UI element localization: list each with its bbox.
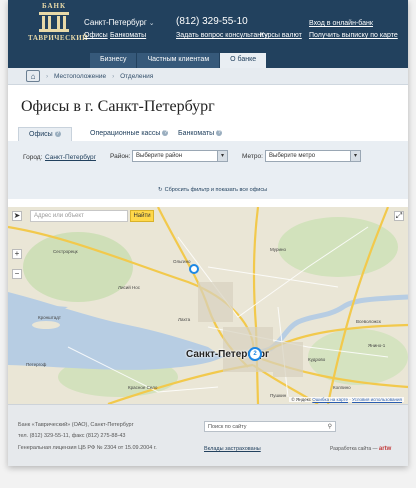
map-find-button[interactable]: Найти — [130, 210, 154, 222]
chevron-down-icon: ⌄ — [148, 20, 155, 27]
district-select[interactable]: Выберите район ▾ — [132, 150, 228, 162]
help-icon[interactable]: ? — [54, 131, 61, 137]
search-icon[interactable]: ⚲ — [328, 423, 332, 430]
map-label: Петергоф — [26, 362, 47, 367]
map-label: Лисий Нос — [118, 285, 140, 290]
map-label: Мурино — [270, 247, 287, 252]
fullscreen-icon[interactable]: ⤢ — [394, 211, 404, 221]
footer-search-placeholder: Поиск по сайту — [208, 424, 247, 430]
nav-about-bank[interactable]: О банке — [220, 53, 267, 68]
ask-consultant-link[interactable]: Задать вопрос консультанту — [176, 32, 268, 39]
developer-credit[interactable]: Разработка сайта — artw — [330, 446, 391, 452]
chevron-down-icon: ▾ — [217, 151, 227, 161]
home-icon[interactable]: ⌂ — [26, 70, 40, 82]
tab-offices-label: Офисы — [29, 131, 53, 138]
map-terms-link[interactable]: Условия использования — [352, 397, 402, 402]
help-icon[interactable]: ? — [216, 130, 223, 136]
map-label: Кронштадт — [38, 315, 61, 320]
page-title: Офисы в г. Санкт-Петербург — [21, 98, 215, 115]
atms-link[interactable]: Банкоматы — [110, 32, 146, 39]
breadcrumb-location[interactable]: Местоположение — [46, 73, 106, 80]
phone-number: (812) 329-55-10 — [176, 16, 248, 27]
city-name: Санкт-Петербург — [84, 18, 147, 27]
map-error-link[interactable]: Ошибка на карте — [312, 397, 348, 402]
tab-cash-desks[interactable]: Операционные кассы? — [90, 127, 169, 141]
metro-select-value: Выберите метро — [269, 153, 316, 159]
metro-filter-label: Метро: — [242, 153, 263, 160]
nav-private-clients[interactable]: Частным клиентам — [137, 53, 220, 68]
zoom-out-button[interactable]: − — [12, 269, 22, 279]
breadcrumb-branches[interactable]: Отделения — [112, 73, 153, 80]
card-statement-link[interactable]: Получить выписку по карте — [309, 32, 398, 39]
metro-select[interactable]: Выберите метро ▾ — [265, 150, 361, 162]
reset-filter-label: Сбросить фильтр и показать все офисы — [164, 187, 268, 193]
map-label: Сестрорецк — [53, 249, 78, 254]
currency-rates-link[interactable]: Курсы валют — [260, 32, 302, 39]
district-select-value: Выберите район — [136, 153, 183, 159]
city-selector[interactable]: Санкт-Петербург ⌄ — [84, 18, 155, 27]
footer-contacts: тел. (812) 329-55-11, факс (812) 275-88-… — [18, 433, 126, 439]
map-label: Кудрово — [308, 357, 326, 362]
footer-search-input[interactable]: Поиск по сайту ⚲ — [204, 421, 336, 432]
header: БАНК ТАВРИЧЕСКИЙ Санкт-Петербург ⌄ Офисы … — [8, 0, 408, 68]
chevron-down-icon: ▾ — [350, 151, 360, 161]
tab-atms[interactable]: Банкоматы? — [178, 127, 223, 141]
district-filter-label: Район: — [110, 153, 131, 160]
developer-name: artw — [378, 446, 392, 452]
deposits-insured-link[interactable]: Вклады застрахованы — [204, 446, 261, 452]
map-canvas — [8, 207, 408, 404]
main-nav: Бизнесу Частным клиентам О банке — [90, 53, 267, 68]
footer-license: Генеральная лицензия ЦБ РФ № 2304 от 15.… — [18, 445, 157, 451]
map-label: Лахта — [178, 317, 191, 322]
logo[interactable]: БАНК ТАВРИЧЕСКИЙ — [28, 2, 89, 48]
pillar-icon — [39, 12, 69, 32]
tab-cash-desks-label: Операционные кассы — [90, 130, 161, 137]
map[interactable]: ➤ Адрес или объект Найти ⤢ + − Ольгино Л… — [8, 207, 408, 404]
office-cluster-marker[interactable]: 2 — [248, 347, 262, 361]
nav-business[interactable]: Бизнесу — [90, 53, 137, 68]
breadcrumb: ⌂ Местоположение Отделения — [8, 68, 408, 85]
city-filter-label: Город: — [23, 154, 43, 161]
page: БАНК ТАВРИЧЕСКИЙ Санкт-Петербург ⌄ Офисы … — [8, 0, 408, 466]
zoom-in-button[interactable]: + — [12, 249, 22, 259]
city-filter-link[interactable]: Санкт-Петербург — [45, 154, 96, 161]
copyright-yandex: © Яндекс — [291, 397, 312, 402]
offices-link[interactable]: Офисы — [84, 32, 108, 39]
map-label: Янино-1 — [368, 343, 386, 348]
map-label: Всеволожск — [356, 319, 381, 324]
developer-label: Разработка сайта — — [330, 446, 378, 452]
map-label: Ольгино — [173, 259, 191, 264]
footer: Банк «Таврический» (ОАО), Санкт-Петербур… — [8, 404, 408, 466]
office-tabs: Офисы? Операционные кассы? Банкоматы? — [8, 127, 408, 141]
office-marker[interactable] — [189, 264, 199, 274]
online-bank-link[interactable]: Вход в онлайн-банк — [309, 20, 373, 27]
map-label: Красное Село — [128, 385, 158, 390]
map-label: Колпино — [333, 385, 351, 390]
logo-name: ТАВРИЧЕСКИЙ — [28, 34, 89, 42]
filter-panel: Город: Санкт-Петербург Район: Выберите р… — [8, 141, 408, 199]
reset-filter-link[interactable]: ↻ Сбросить фильтр и показать все офисы — [158, 187, 267, 193]
tab-atms-label: Банкоматы — [178, 130, 215, 137]
location-arrow-icon[interactable]: ➤ — [12, 211, 22, 221]
tab-offices[interactable]: Офисы? — [18, 127, 72, 141]
map-copyright: © Яндекс Ошибка на карте · Условия испол… — [289, 397, 404, 402]
refresh-icon: ↻ — [158, 187, 163, 193]
map-label: Пушкин — [270, 393, 287, 398]
map-search-input[interactable]: Адрес или объект — [30, 210, 128, 222]
footer-bank-name: Банк «Таврический» (ОАО), Санкт-Петербур… — [18, 422, 134, 428]
help-icon[interactable]: ? — [162, 130, 169, 136]
logo-top-text: БАНК — [41, 2, 67, 10]
